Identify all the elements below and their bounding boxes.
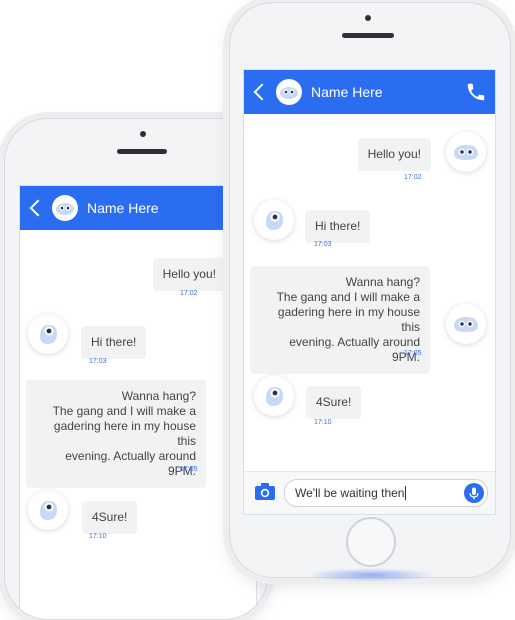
chevron-left-icon[interactable] <box>253 83 271 101</box>
message-composer: We'll be waiting then <box>244 471 495 514</box>
message-line: Wanna hang? <box>345 275 420 289</box>
message-line: Wanna hang? <box>121 389 196 403</box>
chevron-left-icon[interactable] <box>29 199 47 217</box>
message-line: The gang and I will make a <box>52 404 196 418</box>
robot-avatar-icon <box>254 376 294 416</box>
message-line: gadering here in my house this <box>53 419 196 448</box>
message-time: 17:02 <box>180 290 198 297</box>
message-list: Hello you! 17:02 Hi there! 17:03 Wanna h… <box>244 114 495 514</box>
chat-header: Name Here <box>20 186 256 230</box>
robot-avatar-icon[interactable] <box>52 195 78 221</box>
back-phone-screen: Name Here Hello you! 17:02 Hi there! 17:… <box>19 185 257 619</box>
front-camera <box>365 15 371 21</box>
message-time: 17:03 <box>314 241 332 248</box>
phone-icon[interactable] <box>465 81 487 103</box>
message-bubble-outgoing: Hello you! <box>152 258 226 291</box>
message-list: Hello you! 17:02 Hi there! 17:03 Wanna h… <box>20 230 256 619</box>
earpiece-speaker <box>342 33 394 38</box>
message-bubble-incoming: Hi there! <box>305 210 371 243</box>
message-time: 17:02 <box>404 174 422 181</box>
message-time: 17:05 <box>180 466 198 473</box>
message-line: The gang and I will make a <box>276 290 420 304</box>
robot-avatar-icon <box>28 314 68 354</box>
message-bubble-outgoing: Wanna hang? The gang and I will make a g… <box>250 266 430 374</box>
text-caret <box>405 486 407 500</box>
front-phone-screen: Name Here Hello you! 17:02 Hi there! 17:… <box>243 69 496 515</box>
front-phone-mockup: Name Here Hello you! 17:02 Hi there! 17:… <box>229 2 511 578</box>
robot-avatar-icon <box>28 490 68 530</box>
message-time: 17:10 <box>314 419 332 426</box>
robot-avatar-icon[interactable] <box>276 79 302 105</box>
message-input-value: We'll be waiting then <box>295 486 405 500</box>
earpiece-speaker <box>117 149 167 154</box>
message-bubble-outgoing: Hello you! <box>357 138 431 171</box>
front-camera <box>140 131 146 137</box>
robot-avatar-icon <box>446 304 486 344</box>
message-time: 17:10 <box>89 533 107 540</box>
message-line: gadering here in my house this <box>277 305 420 334</box>
message-line: evening. Actually around 9PM. <box>289 335 420 364</box>
robot-avatar-icon <box>446 132 486 172</box>
message-bubble-incoming: 4Sure! <box>82 501 138 534</box>
robot-avatar-icon <box>254 200 294 240</box>
chat-header: Name Here <box>244 70 495 114</box>
contact-name[interactable]: Name Here <box>311 84 383 100</box>
camera-icon[interactable] <box>254 482 276 502</box>
message-input[interactable]: We'll be waiting then <box>284 479 488 507</box>
message-line: evening. Actually around 9PM. <box>65 449 196 478</box>
microphone-icon[interactable] <box>464 483 484 503</box>
message-bubble-incoming: Hi there! <box>81 326 147 359</box>
contact-name[interactable]: Name Here <box>87 200 159 216</box>
message-bubble-incoming: 4Sure! <box>306 386 362 419</box>
message-time: 17:03 <box>89 358 107 365</box>
message-time: 17:05 <box>404 350 422 357</box>
message-bubble-outgoing: Wanna hang? The gang and I will make a g… <box>26 380 206 488</box>
phone-shadow-glow <box>306 568 436 582</box>
home-button[interactable] <box>346 517 396 567</box>
